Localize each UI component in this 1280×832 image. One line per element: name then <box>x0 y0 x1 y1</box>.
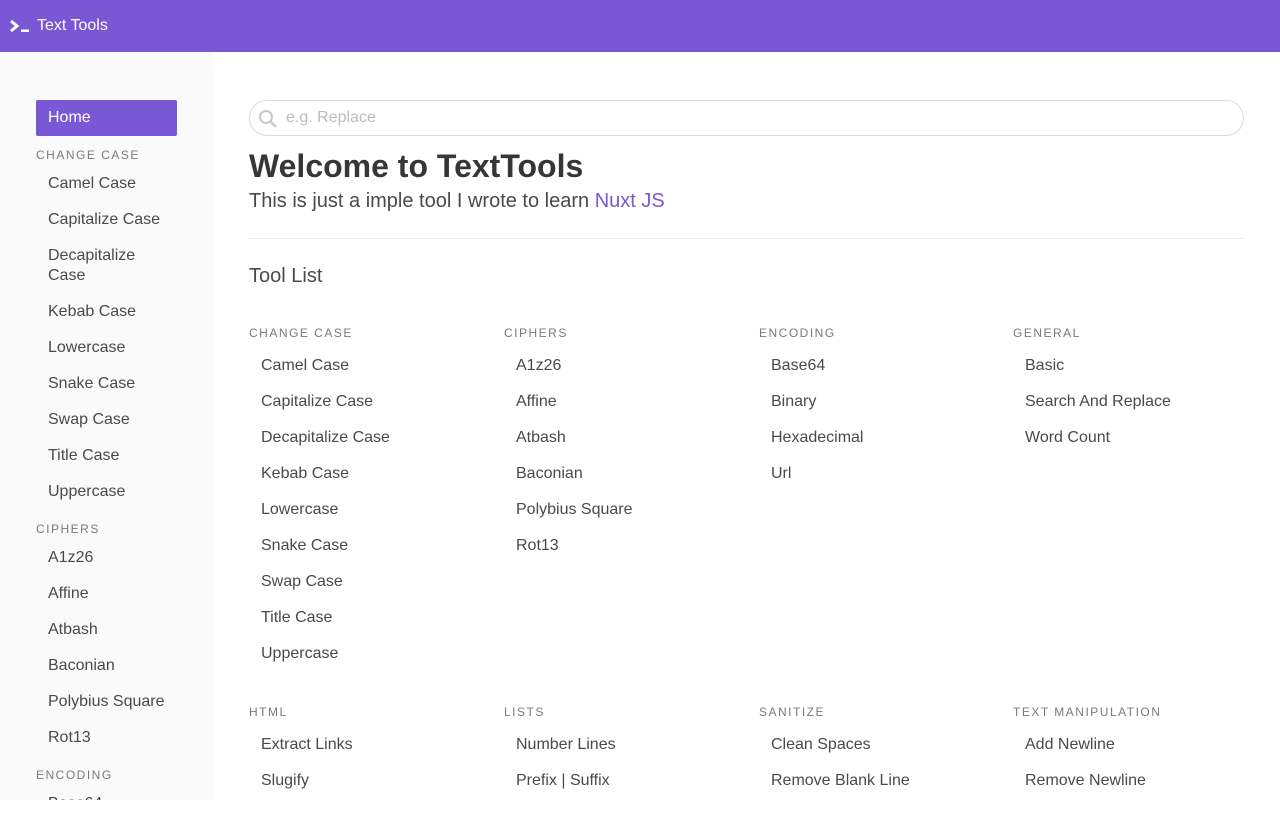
tool-link-extract-links[interactable]: Extract Links <box>249 727 504 763</box>
app-title[interactable]: Text Tools <box>37 17 108 35</box>
page-subtitle: This is just a imple tool I wrote to lea… <box>249 189 1244 213</box>
tool-link-decapitalize-case[interactable]: Decapitalize Case <box>249 420 504 456</box>
tool-link-add-newline[interactable]: Add Newline <box>1013 727 1244 763</box>
tool-link-remove-newline[interactable]: Remove Newline <box>1013 763 1244 799</box>
tool-group-label: HTML <box>249 705 288 719</box>
tool-link-prefix-suffix[interactable]: Prefix | Suffix <box>504 763 759 799</box>
sidebar-item-polybius-square[interactable]: Polybius Square <box>36 684 177 720</box>
sidebar-item-swap-case[interactable]: Swap Case <box>36 402 177 438</box>
sidebar-section-change-case: Change Case <box>36 148 140 162</box>
tool-link-hexadecimal[interactable]: Hexadecimal <box>759 420 1013 456</box>
tool-link-polybius-square[interactable]: Polybius Square <box>504 492 759 528</box>
divider <box>249 238 1244 239</box>
tool-link-base64[interactable]: Base64 <box>759 348 1013 384</box>
top-navbar: Text Tools <box>0 0 1280 52</box>
sidebar-item-lowercase[interactable]: Lowercase <box>36 330 177 366</box>
tool-link-remove-blank-line[interactable]: Remove Blank Line <box>759 763 1013 799</box>
tool-link-basic[interactable]: Basic <box>1013 348 1244 384</box>
sidebar: Home Change Case Camel Case Capitalize Cas… <box>0 52 213 800</box>
tool-link-baconian[interactable]: Baconian <box>504 456 759 492</box>
tool-link-swap-case[interactable]: Swap Case <box>249 564 504 600</box>
tool-link-atbash[interactable]: Atbash <box>504 420 759 456</box>
sidebar-item-kebab-case[interactable]: Kebab Case <box>36 294 177 330</box>
sidebar-item-capitalize-case[interactable]: Capitalize Case <box>36 202 177 238</box>
tool-grid: Change Case Camel Case Capitalize Case Deca… <box>249 326 1244 832</box>
page-title: Welcome to TextTools <box>249 148 584 184</box>
tool-list-heading: Tool List <box>249 265 323 287</box>
tool-group-label: Change Case <box>249 326 353 340</box>
search-box <box>249 100 1244 136</box>
tool-link-uppercase[interactable]: Uppercase <box>249 636 504 672</box>
search-input[interactable] <box>250 101 1243 135</box>
tool-link-kebab-case[interactable]: Kebab Case <box>249 456 504 492</box>
tool-link-title-case[interactable]: Title Case <box>249 600 504 636</box>
tool-group-label: Encoding <box>759 326 836 340</box>
sidebar-item-decapitalize-case[interactable]: Decapitalize Case <box>36 238 177 294</box>
sidebar-item-affine[interactable]: Affine <box>36 576 177 612</box>
tool-link-lowercase[interactable]: Lowercase <box>249 492 504 528</box>
sidebar-item-camel-case[interactable]: Camel Case <box>36 166 177 202</box>
sidebar-item-rot13[interactable]: Rot13 <box>36 720 177 756</box>
tool-group-label: Lists <box>504 705 545 719</box>
tool-link-snake-case[interactable]: Snake Case <box>249 528 504 564</box>
tool-group-encoding: Encoding Base64 Binary Hexadecimal Url <box>759 326 1013 672</box>
tool-group-label: Text Manipulation <box>1013 705 1162 719</box>
tool-link-url[interactable]: Url <box>759 456 1013 492</box>
tool-group-label: Sanitize <box>759 705 826 719</box>
sidebar-item-a1z26[interactable]: A1z26 <box>36 540 177 576</box>
main-content: Welcome to TextTools This is just a impl… <box>249 52 1244 832</box>
tool-link-binary[interactable]: Binary <box>759 384 1013 420</box>
tool-group-ciphers: Ciphers A1z26 Affine Atbash Baconian Polybius… <box>504 326 759 672</box>
tool-link-clean-spaces[interactable]: Clean Spaces <box>759 727 1013 763</box>
tool-group-sanitize: Sanitize Clean Spaces Remove Blank Line <box>759 705 1013 799</box>
tool-group-change-case: Change Case Camel Case Capitalize Case Deca… <box>249 326 504 672</box>
tool-link-search-and-replace[interactable]: Search And Replace <box>1013 384 1244 420</box>
sidebar-item-uppercase[interactable]: Uppercase <box>36 474 177 510</box>
tool-link-capitalize-case[interactable]: Capitalize Case <box>249 384 504 420</box>
sidebar-section-ciphers: Ciphers <box>36 522 100 536</box>
sidebar-item-snake-case[interactable]: Snake Case <box>36 366 177 402</box>
tool-link-word-count[interactable]: Word Count <box>1013 420 1244 456</box>
sidebar-item-title-case[interactable]: Title Case <box>36 438 177 474</box>
tool-group-text-manipulation: Text Manipulation Add Newline Remove Newli… <box>1013 705 1244 799</box>
tool-group-html: HTML Extract Links Slugify <box>249 705 504 799</box>
sidebar-item-home[interactable]: Home <box>36 100 177 136</box>
nuxt-js-link[interactable]: Nuxt JS <box>595 190 665 212</box>
tool-group-label: General <box>1013 326 1081 340</box>
tool-link-a1z26[interactable]: A1z26 <box>504 348 759 384</box>
sidebar-section-encoding: Encoding <box>36 768 113 782</box>
terminal-icon[interactable] <box>10 19 30 33</box>
sidebar-item-base64[interactable]: Base64 <box>36 786 177 800</box>
tool-group-lists: Lists Number Lines Prefix | Suffix <box>504 705 759 799</box>
tool-link-slugify[interactable]: Slugify <box>249 763 504 799</box>
tool-link-number-lines[interactable]: Number Lines <box>504 727 759 763</box>
tool-link-camel-case[interactable]: Camel Case <box>249 348 504 384</box>
tool-group-label: Ciphers <box>504 326 568 340</box>
tool-group-general: General Basic Search And Replace Word Count <box>1013 326 1244 672</box>
search-icon <box>258 109 278 134</box>
tool-link-affine[interactable]: Affine <box>504 384 759 420</box>
subtitle-text: This is just a imple tool I wrote to lea… <box>249 190 595 212</box>
tool-link-rot13[interactable]: Rot13 <box>504 528 759 564</box>
sidebar-item-baconian[interactable]: Baconian <box>36 648 177 684</box>
sidebar-item-atbash[interactable]: Atbash <box>36 612 177 648</box>
